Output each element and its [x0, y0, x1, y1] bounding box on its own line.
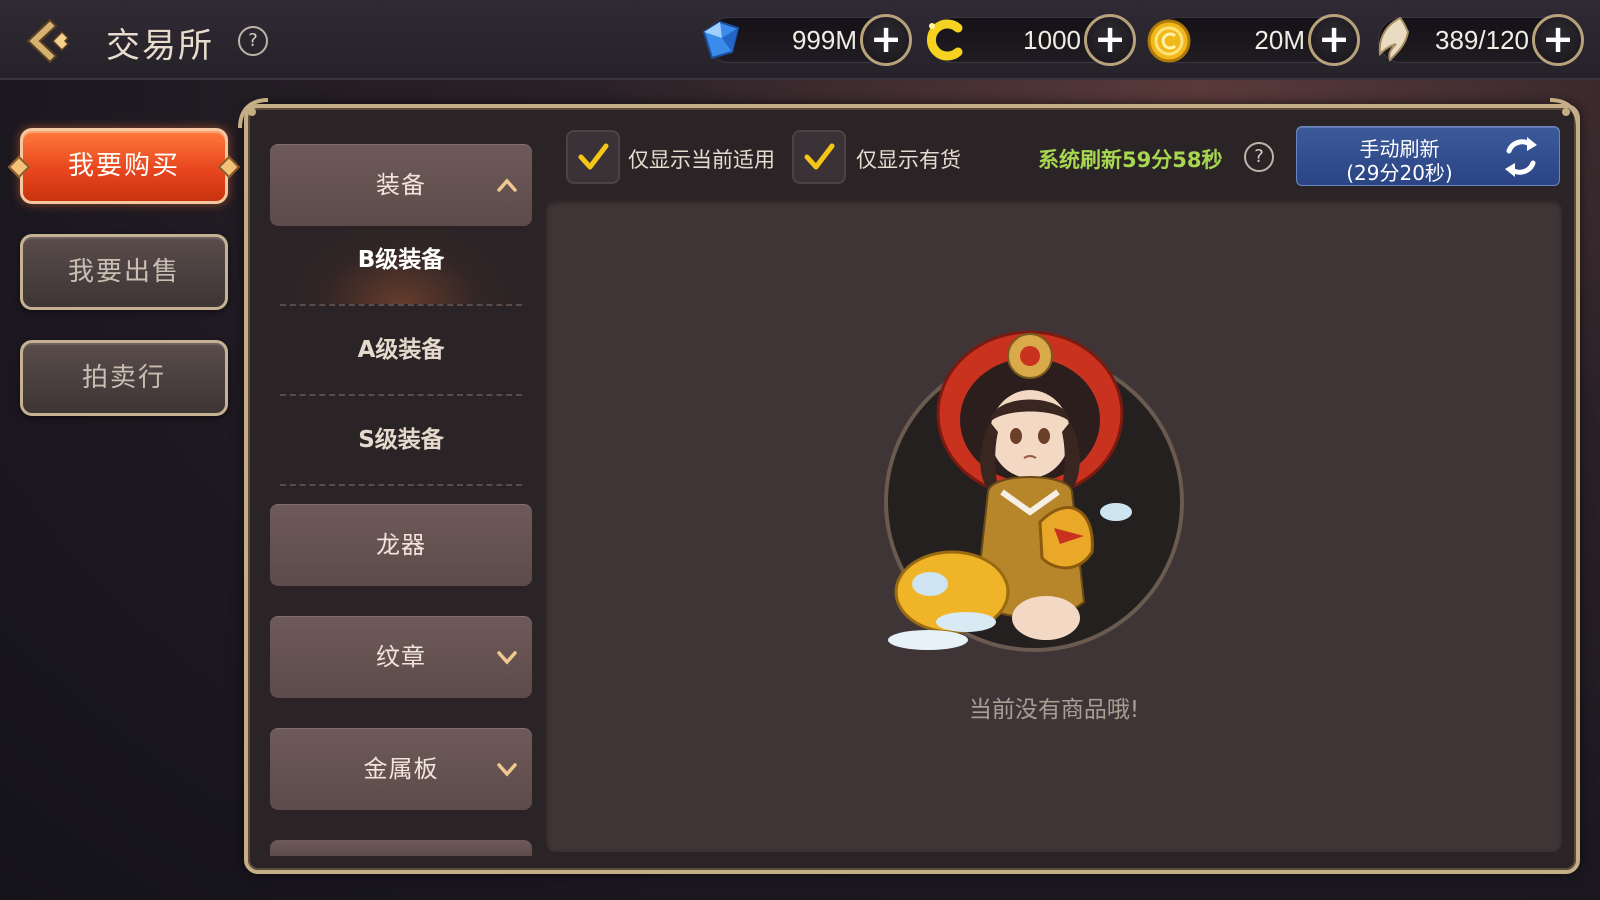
system-refresh-timer: 系统刷新59分58秒 — [1038, 148, 1223, 172]
add-gems-button[interactable]: + — [860, 14, 912, 66]
in-stock-only-label: 仅显示有货 — [856, 148, 961, 172]
category-equipment-label: 装备 — [376, 171, 426, 199]
add-gold-button[interactable]: + — [1308, 14, 1360, 66]
currency-ccoin-value: 1000 — [1023, 25, 1081, 55]
nav-buy-label: 我要购买 — [67, 151, 180, 181]
category-partial-next[interactable] — [270, 840, 532, 856]
right-diamond-ornament — [217, 155, 241, 179]
chevron-up-icon — [497, 178, 517, 192]
checkmark-icon — [578, 143, 609, 170]
currency-gold-value: 20M — [1254, 25, 1305, 55]
page-title: 交易所 — [106, 26, 214, 66]
empty-state-message: 当前没有商品哦! — [968, 697, 1140, 723]
help-icon[interactable]: ? — [238, 26, 268, 56]
manual-refresh-countdown: (29分20秒) — [1346, 161, 1453, 185]
top-bar: 交易所 ? 999M + 1000 + 20M + 389/120 + — [0, 0, 1600, 80]
nav-auction-button[interactable]: 拍卖行 — [20, 340, 228, 416]
category-metal-plate-label: 金属板 — [363, 755, 439, 783]
sub-item-a-equipment[interactable]: A级装备 — [280, 308, 522, 396]
current-only-label: 仅显示当前适用 — [628, 148, 775, 172]
current-only-checkbox[interactable] — [566, 130, 620, 184]
category-metal-plate[interactable]: 金属板 — [270, 728, 532, 810]
chevron-down-icon — [497, 651, 517, 665]
add-stamina-button[interactable]: + — [1532, 14, 1584, 66]
nav-buy-button[interactable]: 我要购买 — [7, 128, 241, 204]
sub-item-s-equipment[interactable]: S级装备 — [280, 398, 522, 486]
currency-stamina-value: 389/120 — [1435, 25, 1529, 55]
diamond-gem-icon — [702, 20, 740, 60]
category-dragon[interactable]: 龙器 — [270, 504, 532, 586]
category-emblem-label: 纹章 — [376, 643, 426, 671]
nav-sell-label: 我要出售 — [67, 257, 180, 287]
manual-refresh-button[interactable]: 手动刷新 (29分20秒) — [1296, 126, 1560, 186]
empty-state-character-illustration — [884, 330, 1184, 652]
in-stock-only-checkbox[interactable] — [792, 130, 846, 184]
currency-gems-value: 999M — [791, 25, 857, 55]
gold-c-coin-icon — [926, 19, 963, 61]
refresh-icon — [1505, 137, 1537, 177]
back-arrow-icon[interactable] — [22, 16, 78, 66]
add-ccoin-button[interactable]: + — [1084, 14, 1136, 66]
gold-coin-icon — [1147, 19, 1191, 63]
chevron-down-icon — [497, 763, 517, 777]
frame-corner-ornament-left — [238, 98, 269, 129]
nav-auction-label: 拍卖行 — [81, 363, 166, 393]
category-dragon-label: 龙器 — [376, 531, 426, 559]
stamina-wing-icon — [1378, 16, 1410, 62]
sub-item-b-equipment[interactable]: B级装备 — [280, 218, 522, 306]
nav-sell-button[interactable]: 我要出售 — [20, 234, 228, 310]
checkmark-icon — [804, 143, 835, 170]
category-equipment[interactable]: 装备 — [270, 144, 532, 226]
category-emblem[interactable]: 纹章 — [270, 616, 532, 698]
left-diamond-ornament — [7, 155, 31, 179]
refresh-help-icon[interactable]: ? — [1244, 142, 1274, 172]
